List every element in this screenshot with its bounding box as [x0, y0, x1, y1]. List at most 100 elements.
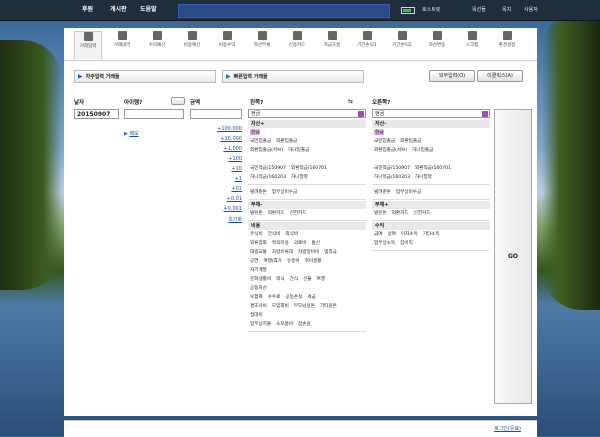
tool-7[interactable]: 자금흐름 [319, 31, 345, 58]
account-item[interactable]: 기타소득 [423, 232, 440, 237]
account-item[interactable]: 범칙금 [324, 250, 337, 255]
account-item[interactable]: 차량정비비 [298, 250, 319, 255]
account-item[interactable]: 이자소득 [401, 232, 418, 237]
swap-icon[interactable]: ⇆ [348, 98, 353, 105]
date-input[interactable]: 20150907 [74, 109, 119, 119]
tool-2[interactable]: 수익예산 [144, 31, 170, 58]
tool-0[interactable]: 거래입력 [74, 31, 102, 59]
account-item[interactable]: 외환입출금(서브) [250, 148, 283, 153]
nav-board[interactable]: 게시판 [110, 0, 127, 20]
account-item[interactable]: 모임회비 [272, 304, 289, 309]
account-item[interactable]: 현금 [374, 130, 385, 135]
account-item[interactable]: 외식비 [285, 232, 298, 237]
account-item[interactable]: 기타용돈 [320, 304, 337, 309]
account-item[interactable]: 취미생활 [305, 259, 322, 264]
account-item[interactable]: 문화생활비 [250, 277, 271, 282]
menu-user[interactable]: 사용자 [524, 0, 538, 20]
account-item[interactable]: 외식 [276, 277, 284, 282]
account-item[interactable]: 수수료 [268, 295, 281, 300]
external-input-button[interactable]: 외부입력(O) [429, 70, 475, 82]
account-item[interactable]: 여행 [317, 277, 325, 282]
auto-transactions-bar[interactable]: ▶ 자주입력 거래들 [74, 70, 216, 83]
account-item[interactable]: 차량유류대 [272, 250, 293, 255]
account-item[interactable]: 대중교통 [250, 250, 267, 255]
account-item[interactable]: 외환입출금(서브) [374, 148, 407, 153]
memo-link[interactable]: ▶ 메모 [124, 130, 139, 137]
account-item[interactable]: 유흥비 [287, 259, 300, 264]
account-item[interactable]: 업무상지출 [250, 322, 271, 327]
account-item[interactable]: 국민적금/150907 [250, 166, 286, 171]
amount-step-6[interactable]: +01 [231, 186, 242, 192]
account-item[interactable]: 외환적금/160701 [415, 166, 451, 171]
amount-step-8[interactable]: +0,001 [223, 206, 242, 212]
amount-step-3[interactable]: +100 [228, 156, 242, 162]
account-item[interactable]: 외환입출금 [276, 139, 297, 144]
account-item[interactable]: 급여 [374, 232, 382, 237]
item-input[interactable] [124, 109, 184, 119]
account-item[interactable]: 통신 [312, 241, 320, 246]
account-item[interactable]: 간식 [290, 277, 298, 282]
tool-5[interactable]: 자산부채 [249, 31, 275, 58]
account-item[interactable]: 업무상미수금 [272, 190, 297, 195]
amount-step-4[interactable]: +10 [231, 166, 242, 172]
account-item[interactable]: 하나청약 [415, 175, 432, 180]
account-item[interactable]: 외환입출금 [400, 139, 421, 144]
tool-11[interactable]: 스크랩 [459, 31, 485, 58]
account-item[interactable]: 빌린돈 [374, 211, 387, 216]
account-item[interactable]: 외류잡화 [250, 241, 267, 246]
account-item[interactable]: 공동자산 [250, 286, 267, 291]
tool-12[interactable]: 환경설정 [494, 31, 520, 58]
account-item[interactable]: 간식비 [268, 232, 281, 237]
account-item[interactable]: 자기계발 [250, 268, 267, 273]
account-item[interactable]: 하나입출금 [412, 148, 433, 153]
amount-step-0[interactable]: +100,000 [217, 126, 242, 132]
account-item[interactable]: 부모님용돈 [294, 304, 315, 309]
account-item[interactable]: 하나입출금 [288, 148, 309, 153]
tool-3[interactable]: 비용예산 [179, 31, 205, 58]
account-item[interactable]: 주식비 [250, 232, 263, 237]
account-item[interactable]: 신한카드 [414, 211, 431, 216]
account-item[interactable]: 소모품비 [276, 322, 293, 327]
account-item[interactable]: 신한카드 [290, 211, 307, 216]
account-item[interactable]: 업무상미수금 [396, 190, 421, 195]
tool-4[interactable]: 비용수익 [214, 31, 240, 58]
account-item[interactable]: 공연 [250, 259, 258, 264]
nav-help[interactable]: 도움말 [140, 0, 157, 20]
account-item[interactable]: 여행/휴가 [263, 259, 281, 264]
account-item[interactable]: 목욕미용 [272, 241, 289, 246]
account-item[interactable]: 상여 [387, 232, 395, 237]
account-item[interactable]: 빌려준돈 [250, 190, 267, 195]
account-item[interactable]: 잡손실 [298, 322, 311, 327]
menu-toc[interactable]: 목치 [502, 0, 511, 20]
account-item[interactable]: 선물 [303, 277, 311, 282]
amount-step-1[interactable]: +10,000 [220, 136, 242, 142]
login-link[interactable]: 로그인(유료) [494, 425, 521, 432]
recent-transactions-bar[interactable]: ▶ 빠른입력 거래들 [222, 70, 364, 83]
amount-step-2[interactable]: +1,000 [223, 146, 242, 152]
account-item[interactable]: 국민적금/150907 [374, 166, 410, 171]
account-item[interactable]: 외환카드 [268, 211, 285, 216]
amount-step-9[interactable]: 초기화 [228, 216, 242, 223]
account-item[interactable]: 접대비 [250, 313, 263, 318]
clip-button[interactable]: 이클릭스(A) [477, 70, 523, 82]
account-item[interactable]: 하나적금/160203 [374, 175, 410, 180]
account-item[interactable]: 빌린돈 [250, 211, 263, 216]
account-item[interactable]: 하나적금/160203 [250, 175, 286, 180]
item-dropdown-button[interactable] [171, 97, 185, 105]
account-item[interactable]: 잡이익 [400, 241, 413, 246]
tool-9[interactable]: 기간손익2 [389, 31, 415, 58]
go-button[interactable]: GO [494, 109, 532, 404]
tool-6[interactable]: 신용카드 [284, 31, 310, 58]
menu-host[interactable]: 호스트릿 [422, 0, 440, 20]
left-account-select[interactable]: 현금 [248, 109, 366, 118]
account-item[interactable]: 국민입출금 [250, 139, 271, 144]
account-item[interactable]: 업무상소득 [374, 241, 395, 246]
account-item[interactable]: 세금 [307, 295, 315, 300]
amount-step-7[interactable]: +0,01 [227, 196, 242, 202]
account-item[interactable]: 공동손실 [285, 295, 302, 300]
right-account-select[interactable]: 현금 [372, 109, 490, 118]
nav-sponsor[interactable]: 후원 [82, 0, 93, 20]
account-item[interactable]: 빌려준돈 [374, 190, 391, 195]
account-item[interactable]: 국민입출금 [374, 139, 395, 144]
amount-input[interactable] [190, 109, 242, 119]
